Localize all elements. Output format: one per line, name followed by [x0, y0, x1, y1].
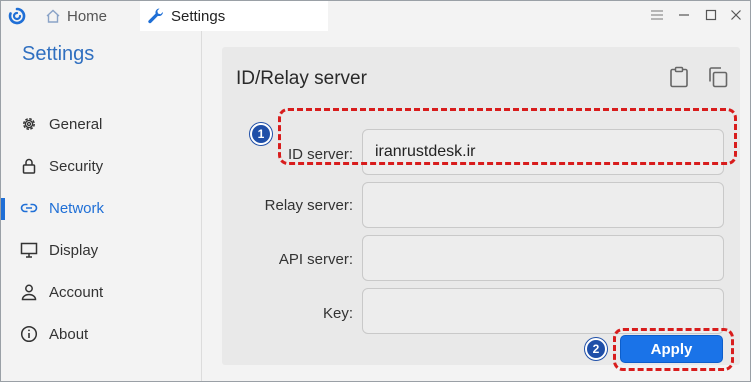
tab-home-label: Home [67, 7, 108, 25]
step-2-badge: 2 [585, 338, 607, 360]
sidebar-item-label: Display [49, 241, 99, 259]
copy-icon [709, 67, 728, 88]
rustdesk-logo-icon [8, 7, 26, 25]
api-server-label: API server: [278, 251, 353, 268]
id-server-highlight [278, 108, 737, 165]
title-bar: Home Settings [1, 1, 750, 31]
sidebar-item-general[interactable]: General [1, 107, 201, 141]
key-label: Key: [322, 305, 353, 322]
wrench-icon [148, 8, 164, 24]
active-indicator [1, 198, 5, 220]
relay-server-label: Relay server: [264, 197, 353, 214]
sidebar-item-label: General [49, 115, 103, 133]
card-title: ID/Relay server [236, 68, 367, 89]
menu-button[interactable] [649, 7, 665, 23]
maximize-button[interactable] [703, 7, 719, 23]
clipboard-icon [670, 66, 688, 88]
copy-button[interactable] [706, 65, 730, 89]
sidebar-item-security[interactable]: Security [1, 149, 201, 183]
info-icon [20, 325, 38, 343]
close-icon [731, 10, 741, 20]
settings-sidebar: Settings General Security Network Displa… [1, 31, 202, 381]
monitor-icon [20, 241, 38, 259]
paste-button[interactable] [667, 65, 691, 89]
tab-settings-label: Settings [171, 7, 226, 25]
menu-icon [651, 10, 663, 20]
link-icon [20, 199, 38, 217]
sidebar-item-network[interactable]: Network [1, 191, 201, 225]
home-icon [46, 9, 60, 23]
sidebar-item-account[interactable]: Account [1, 275, 201, 309]
maximize-icon [705, 9, 717, 21]
settings-window: Home Settings Settings General Security … [0, 0, 751, 382]
api-server-input[interactable] [362, 235, 724, 281]
sidebar-item-display[interactable]: Display [1, 233, 201, 267]
tab-settings[interactable]: Settings [140, 1, 328, 31]
minimize-button[interactable] [676, 7, 692, 23]
person-icon [20, 283, 38, 301]
id-relay-server-card: ID/Relay server ID server: iranrustdesk.… [222, 47, 740, 365]
sidebar-item-label: About [49, 325, 89, 343]
tab-home[interactable]: Home [45, 1, 137, 31]
sidebar-item-label: Network [49, 199, 105, 217]
sidebar-item-label: Security [49, 157, 104, 175]
sidebar-item-about[interactable]: About [1, 317, 201, 351]
gear-icon [20, 115, 38, 133]
apply-highlight [613, 328, 734, 371]
relay-server-input[interactable] [362, 182, 724, 228]
minimize-icon [679, 14, 689, 16]
close-button[interactable] [728, 7, 744, 23]
sidebar-title: Settings [22, 43, 95, 65]
step-1-badge: 1 [250, 123, 272, 145]
lock-icon [20, 157, 38, 175]
sidebar-item-label: Account [49, 283, 104, 301]
